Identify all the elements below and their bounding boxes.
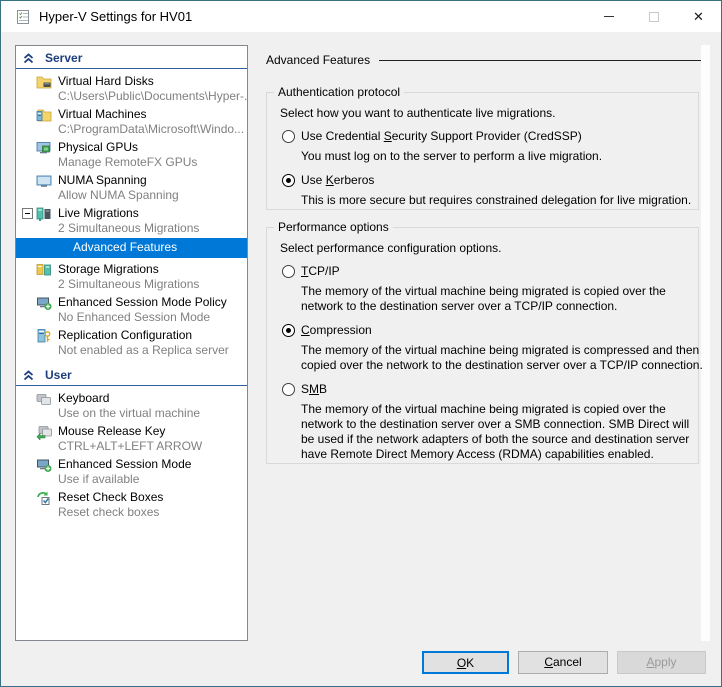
title-bar: Hyper-V Settings for HV01 ✕ <box>1 1 721 32</box>
sidebar-item-label: Enhanced Session Mode <box>58 457 192 471</box>
maximize-button[interactable] <box>631 1 676 32</box>
sidebar-item-sublabel: C:\Users\Public\Documents\Hyper-... <box>58 89 247 103</box>
keyboard-icon <box>36 394 51 405</box>
live-migrations-icon <box>36 207 51 221</box>
sidebar-item-label: Enhanced Session Mode Policy <box>58 295 227 309</box>
reset-check-boxes-icon <box>37 491 50 505</box>
hyperv-settings-window: Hyper-V Settings for HV01 ✕ Server Virtu… <box>0 0 722 687</box>
sidebar-item-sublabel: No Enhanced Session Mode <box>58 310 211 324</box>
maximize-icon <box>648 11 659 22</box>
section-header-server[interactable]: Server <box>16 46 247 69</box>
sidebar-item-advanced-features[interactable]: Advanced Features <box>16 238 247 258</box>
sidebar-item-sublabel: C:\ProgramData\Microsoft\Windo... <box>58 122 245 136</box>
radio-credssp-description: You must log on to the server to perform… <box>301 149 603 163</box>
radio-smb-label[interactable]: SMB <box>301 382 327 396</box>
window-title: Hyper-V Settings for HV01 <box>39 9 193 24</box>
radio-kerberos-label[interactable]: Use Kerberos <box>301 173 374 187</box>
sidebar-item-enhanced-session-mode[interactable]: Enhanced Session Mode Use if available <box>16 455 247 488</box>
radio-credssp[interactable] <box>282 129 295 143</box>
radio-tcpip[interactable] <box>282 264 295 278</box>
physical-gpus-icon <box>36 142 51 154</box>
sidebar-item-sublabel: Reset check boxes <box>58 505 160 519</box>
sidebar-item-sublabel: 2 Simultaneous Migrations <box>58 277 200 291</box>
radio-credssp-label[interactable]: Use Credential Security Support Provider… <box>301 129 582 143</box>
ok-button[interactable]: OK <box>422 651 509 674</box>
sidebar-item-label: Physical GPUs <box>58 140 139 154</box>
group-performance-options: Performance options Select performance c… <box>266 220 703 464</box>
cancel-button[interactable]: Cancel <box>518 651 608 674</box>
page-title: Advanced Features <box>266 53 701 67</box>
radio-compression-description: The memory of the virtual machine being … <box>301 343 703 372</box>
section-label: Server <box>45 51 83 65</box>
radio-smb[interactable] <box>282 382 295 396</box>
close-button[interactable]: ✕ <box>676 1 721 32</box>
sidebar-item-label: Replication Configuration <box>58 328 193 342</box>
settings-nav-tree: Server Virtual Hard Disks C:\Users\Publi… <box>15 45 248 641</box>
sidebar-item-label: Storage Migrations <box>58 262 159 276</box>
group-intro: Select performance configuration options… <box>280 241 502 255</box>
sidebar-item-label: Reset Check Boxes <box>58 490 164 504</box>
group-intro: Select how you want to authenticate live… <box>280 106 556 120</box>
sidebar-item-label: Virtual Machines <box>58 107 147 121</box>
page-title-rule <box>379 59 701 61</box>
sidebar-item-label: Keyboard <box>58 391 110 405</box>
group-authentication-protocol: Authentication protocol Select how you w… <box>266 85 699 210</box>
page-title-text: Advanced Features <box>266 53 371 67</box>
radio-compression-label[interactable]: Compression <box>301 323 372 337</box>
sidebar-item-label: Live Migrations <box>58 206 139 220</box>
sidebar-item-physical-gpus[interactable]: Physical GPUs Manage RemoteFX GPUs <box>16 138 247 171</box>
radio-kerberos[interactable] <box>282 173 295 187</box>
numa-spanning-icon <box>36 175 52 187</box>
sidebar-item-label: NUMA Spanning <box>58 173 147 187</box>
collapse-chevron-icon <box>23 369 34 380</box>
virtual-hard-disks-icon <box>36 76 52 89</box>
sidebar-item-mouse-release-key[interactable]: Mouse Release Key CTRL+ALT+LEFT ARROW <box>16 422 247 455</box>
sidebar-item-sublabel: Use on the virtual machine <box>58 406 201 420</box>
sidebar-item-sublabel: Use if available <box>58 472 140 486</box>
radio-kerberos-description: This is more secure but requires constra… <box>301 193 692 207</box>
minimize-button[interactable] <box>586 1 631 32</box>
sidebar-item-sublabel: CTRL+ALT+LEFT ARROW <box>58 439 203 453</box>
sidebar-item-label: Virtual Hard Disks <box>58 74 154 88</box>
sidebar-item-numa-spanning[interactable]: NUMA Spanning Allow NUMA Spanning <box>16 171 247 204</box>
sidebar-item-storage-migrations[interactable]: Storage Migrations 2 Simultaneous Migrat… <box>16 260 247 293</box>
virtual-machines-icon <box>36 109 52 122</box>
close-icon: ✕ <box>693 9 704 24</box>
enhanced-session-mode-policy-icon <box>37 297 52 310</box>
enhanced-session-mode-icon <box>37 459 52 472</box>
minimize-icon <box>603 16 614 17</box>
sidebar-item-sublabel: Allow NUMA Spanning <box>58 188 179 202</box>
collapse-chevron-icon <box>23 52 34 63</box>
sidebar-item-label: Mouse Release Key <box>58 424 166 438</box>
sidebar-item-sublabel: Manage RemoteFX GPUs <box>58 155 198 169</box>
sidebar-item-sublabel: Not enabled as a Replica server <box>58 343 229 357</box>
group-legend: Performance options <box>274 220 393 234</box>
sidebar-item-live-migrations[interactable]: Live Migrations 2 Simultaneous Migration… <box>16 204 247 237</box>
sidebar-item-virtual-hard-disks[interactable]: Virtual Hard Disks C:\Users\Public\Docum… <box>16 72 247 105</box>
sidebar-item-replication-configuration[interactable]: Replication Configuration Not enabled as… <box>16 326 247 359</box>
mouse-release-key-icon <box>36 426 52 440</box>
replication-configuration-icon <box>37 329 51 343</box>
group-legend: Authentication protocol <box>274 85 405 99</box>
radio-smb-description: The memory of the virtual machine being … <box>301 402 690 461</box>
storage-migrations-icon <box>36 264 51 276</box>
radio-tcpip-description: The memory of the virtual machine being … <box>301 284 666 313</box>
radio-tcpip-label[interactable]: TCP/IP <box>301 264 340 278</box>
sidebar-item-virtual-machines[interactable]: Virtual Machines C:\ProgramData\Microsof… <box>16 105 247 138</box>
sidebar-item-enhanced-session-mode-policy[interactable]: Enhanced Session Mode Policy No Enhanced… <box>16 293 247 326</box>
section-label: User <box>45 368 72 382</box>
sidebar-item-sublabel: 2 Simultaneous Migrations <box>58 221 200 235</box>
apply-button[interactable]: Apply <box>617 651 706 674</box>
radio-compression[interactable] <box>282 323 295 337</box>
hyperv-settings-icon <box>17 9 29 24</box>
sidebar-item-keyboard[interactable]: Keyboard Use on the virtual machine <box>16 389 247 422</box>
sidebar-item-reset-check-boxes[interactable]: Reset Check Boxes Reset check boxes <box>16 488 247 521</box>
collapse-expander-icon[interactable] <box>22 208 33 219</box>
section-header-user[interactable]: User <box>16 363 247 386</box>
